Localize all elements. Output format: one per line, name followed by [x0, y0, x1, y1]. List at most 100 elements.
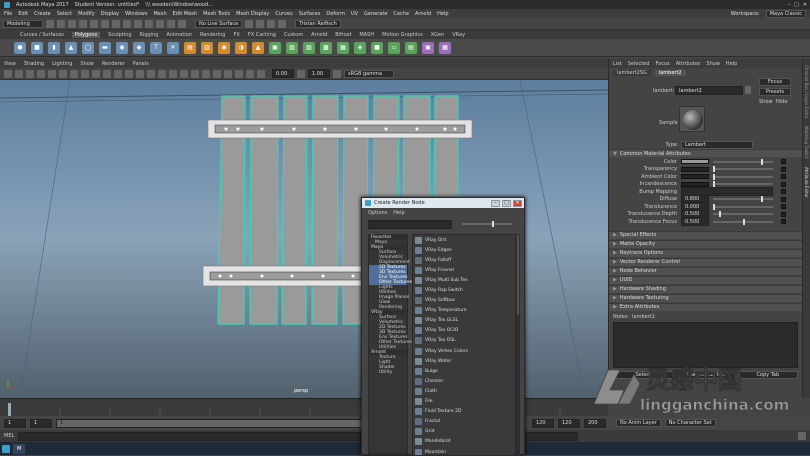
svg-icon[interactable]: ☀	[167, 41, 179, 54]
node-item-vray-tex-glsl[interactable]: VRay Tex GLSL	[413, 316, 515, 326]
smooth-icon[interactable]: ◉	[218, 41, 230, 54]
save-scene-icon[interactable]	[68, 19, 76, 28]
focus-button[interactable]: Focus	[759, 78, 791, 86]
isolate-select-icon[interactable]	[224, 69, 232, 78]
shelf-tab-arnold[interactable]: Arnold	[311, 32, 327, 38]
new-scene-icon[interactable]	[46, 19, 54, 28]
shelf-tab-vray[interactable]: VRay	[452, 32, 465, 38]
redo-icon[interactable]	[90, 19, 98, 28]
node-item-fractal[interactable]: Fractal	[413, 417, 515, 427]
shelf-tab-rendering[interactable]: Rendering	[200, 32, 226, 38]
menu-generate[interactable]: Generate	[364, 11, 387, 17]
mirror-icon[interactable]: ▲	[252, 41, 264, 54]
snap-grid-icon[interactable]	[134, 19, 142, 28]
translucence-focus-field[interactable]: 0.500	[681, 217, 709, 227]
map-button[interactable]	[781, 219, 786, 225]
shelf-tab-custom[interactable]: Custom	[284, 32, 303, 38]
xray-icon[interactable]	[235, 69, 243, 78]
textured-icon[interactable]	[147, 69, 155, 78]
viewport-menu-renderer[interactable]: Renderer	[102, 61, 125, 67]
gamma-field[interactable]: 1.00	[308, 69, 330, 78]
map-button[interactable]	[781, 159, 786, 165]
shelf-tab-bifrost[interactable]: Bifrost	[335, 32, 351, 38]
crossbar-bottom[interactable]	[202, 265, 372, 287]
film-gate-icon[interactable]	[59, 69, 67, 78]
select-object-icon[interactable]	[112, 19, 120, 28]
presets-button[interactable]: Presets	[759, 88, 791, 96]
range-slider[interactable]: 1	[56, 418, 386, 428]
safe-action-icon[interactable]	[103, 69, 111, 78]
maximize-icon[interactable]: □	[502, 199, 511, 207]
combine-icon[interactable]: ▤	[184, 41, 196, 54]
section-node-behavior[interactable]: ▶ Node Behavior	[609, 266, 802, 275]
minimize-icon[interactable]: –	[788, 2, 791, 8]
hypershade-icon[interactable]	[278, 19, 287, 28]
depth-of-field-icon[interactable]	[213, 69, 221, 78]
poly-cylinder-icon[interactable]: ▮	[48, 41, 60, 54]
minimize-icon[interactable]: –	[491, 199, 500, 207]
ae-menu-attributes[interactable]: Attributes	[676, 61, 701, 67]
workspace-select[interactable]: Maya Classic	[765, 9, 806, 18]
planar-uv-icon[interactable]: ▣	[422, 41, 434, 54]
hide-button[interactable]: Hide	[776, 99, 787, 105]
viewport-menu-lighting[interactable]: Lighting	[52, 61, 72, 67]
snap-surface-icon[interactable]	[178, 19, 186, 28]
section-vector-renderer-control[interactable]: ▶ Vector Renderer Control	[609, 257, 802, 266]
section-hardware-shading[interactable]: ▶ Hardware Shading	[609, 284, 802, 293]
maximize-icon[interactable]: □	[794, 2, 799, 8]
node-item-vray-softbox[interactable]: VRay Softbox	[413, 296, 515, 306]
menu-edit-mesh[interactable]: Edit Mesh	[173, 11, 197, 17]
multi-cut-icon[interactable]: ▦	[337, 41, 349, 54]
poly-sphere-icon[interactable]: ●	[14, 41, 26, 54]
grid-icon[interactable]	[48, 69, 56, 78]
right-tab-channel-box[interactable]: Channel Box / Layer Editor	[804, 65, 809, 118]
node-search-input[interactable]	[368, 219, 452, 229]
ae-menu-focus[interactable]: Focus	[655, 61, 669, 67]
windows-start-icon[interactable]	[2, 444, 10, 453]
node-item-file[interactable]: File	[413, 397, 515, 407]
color-management-icon[interactable]	[333, 69, 341, 78]
select-component-icon[interactable]	[123, 19, 131, 28]
node-item-vray-vertex-colors[interactable]: VRay Vertex Colors	[413, 346, 515, 356]
ambient-swatch[interactable]	[681, 174, 709, 180]
separate-icon[interactable]: ▥	[201, 41, 213, 54]
node-item-fluid-texture-2d[interactable]: Fluid Texture 2D	[413, 407, 515, 417]
color-space-select[interactable]: sRGB gamma	[344, 69, 394, 78]
node-item-vray-fresnel[interactable]: VRay Fresnel	[413, 265, 515, 275]
anim-layer-select[interactable]: No Anim Layer	[616, 419, 661, 427]
field-chart-icon[interactable]	[92, 69, 100, 78]
platonic-solid-icon[interactable]: ◆	[133, 41, 145, 54]
tab-lambert2[interactable]: lambert2	[654, 70, 686, 76]
node-item-vray-tex-osl[interactable]: VRay Tex OSL	[413, 336, 515, 346]
section-matte-opacity[interactable]: ▶ Matte Opacity	[609, 239, 802, 248]
node-item-mandelbrot[interactable]: Mandelbrot	[413, 437, 515, 447]
shelf-tab-rigging[interactable]: Rigging	[140, 32, 159, 38]
menu-edit[interactable]: Edit	[18, 11, 28, 17]
viewport-menu-panels[interactable]: Panels	[133, 61, 149, 67]
section-uuid[interactable]: ▶ UUID	[609, 275, 802, 284]
section-special-effects[interactable]: ▶ Special Effects	[609, 230, 802, 239]
ae-menu-list[interactable]: List	[613, 61, 622, 67]
type-select[interactable]: Lambert	[681, 140, 753, 149]
diffuse-slider[interactable]	[713, 196, 773, 203]
insert-edge-loop-icon[interactable]: ▤	[405, 41, 417, 54]
shelf-tab-fx-caching[interactable]: FX Caching	[248, 32, 276, 38]
render-frame-icon[interactable]	[245, 19, 254, 28]
menu-help[interactable]: Help	[437, 11, 448, 17]
close-icon[interactable]: ✕	[513, 199, 522, 207]
poly-cone-icon[interactable]: ▲	[65, 41, 77, 54]
dialog-title-bar[interactable]: Create Render Node – □ ✕	[362, 198, 524, 208]
incandescence-swatch[interactable]	[681, 181, 709, 187]
ambient-occlusion-icon[interactable]	[180, 69, 188, 78]
camera-attributes-icon[interactable]	[15, 69, 23, 78]
node-item-vray-multi-sub-tex[interactable]: VRay Multi Sub Tex	[413, 275, 515, 285]
poly-text-icon[interactable]: T	[150, 41, 162, 54]
node-item-grid[interactable]: Grid	[413, 427, 515, 437]
auto-uv-icon[interactable]: ▦	[439, 41, 451, 54]
ae-menu-show[interactable]: Show	[706, 61, 720, 67]
shadows-icon[interactable]	[169, 69, 177, 78]
section-common-material-attributes[interactable]: ▼ Common Material Attributes	[609, 149, 802, 157]
connect-icon[interactable]: ■	[371, 41, 383, 54]
transparency-swatch[interactable]	[681, 166, 709, 172]
color-swatch[interactable]	[681, 159, 709, 165]
